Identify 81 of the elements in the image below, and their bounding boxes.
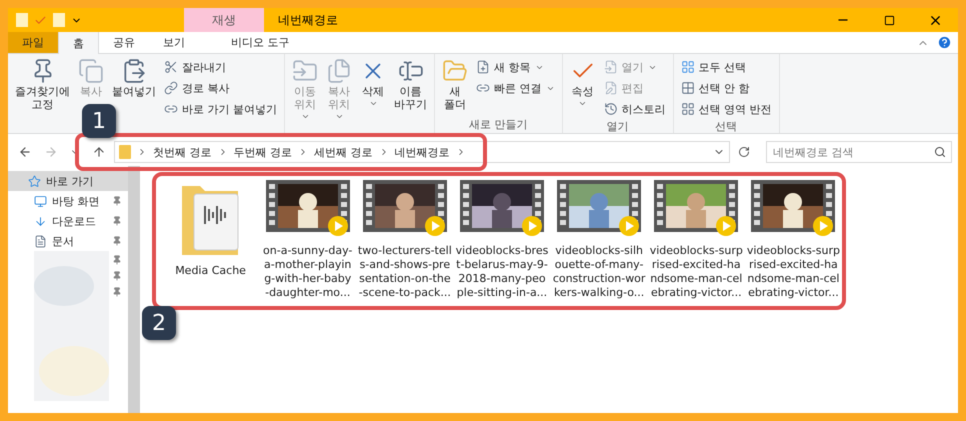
ribbon-button[interactable]: 잘라내기: [161, 57, 280, 77]
group-label: 열기: [606, 120, 628, 133]
maximize-icon: [884, 14, 894, 26]
ribbon-button[interactable]: 모두 선택: [678, 57, 774, 77]
step-badge: 1: [82, 104, 116, 138]
pin-icon[interactable]: [112, 271, 122, 281]
ribbon-button[interactable]: 선택 영역 반전: [678, 99, 774, 119]
search-icon: [934, 146, 946, 158]
window-title: 네번째경로: [277, 12, 339, 28]
folder-item[interactable]: Media Cache: [162, 180, 260, 278]
file-name: on-a-sunny-day- a-mother-playin g-with-her-baby -daughter-mo...: [263, 244, 352, 300]
video-file[interactable]: on-a-sunny-day- a-mother-playin g-with-her-baby -daughter-mo...: [259, 180, 356, 300]
breadcrumb[interactable]: 네번째경로: [394, 144, 450, 160]
grid-icon: [680, 60, 694, 74]
star-icon: [28, 174, 41, 188]
document-icon: [34, 234, 47, 248]
file-plus-icon: [476, 60, 490, 74]
sidebar-item[interactable]: 바로 가기: [8, 171, 128, 191]
sidebar-item[interactable]: 문서: [8, 231, 128, 251]
files-icon: [326, 58, 352, 84]
back-icon: [18, 145, 32, 159]
ribbon-button[interactable]: 히스토리: [600, 99, 668, 119]
ribbon-button[interactable]: 선택 안 함: [678, 78, 774, 98]
scrollbar[interactable]: [128, 166, 140, 413]
ribbon-button[interactable]: 빠른 연결: [473, 78, 558, 98]
file-name: two-lecturers-tell s-and-shows-pre sentation-on-the -scene-to-pack...: [358, 244, 452, 300]
sidebar-item[interactable]: 다운로드: [8, 211, 128, 231]
ribbon-button[interactable]: 즐겨찾기에 고정: [12, 57, 73, 112]
ribbon-button[interactable]: 새 항목: [473, 57, 558, 77]
group-label: 선택: [715, 120, 737, 133]
copy-icon: [78, 58, 104, 84]
monitor-icon: [34, 194, 47, 208]
ribbon-button[interactable]: 바로 가기 붙여넣기: [161, 99, 280, 119]
video-file[interactable]: videoblocks-bres t-belarus-may-9- 2018-many-peo ple-sitting-in-a...: [453, 180, 551, 300]
ribbon-button[interactable]: 경로 복사: [161, 78, 280, 98]
breadcrumb[interactable]: 세번째 경로: [314, 144, 372, 160]
pin-icon[interactable]: [112, 196, 122, 206]
link-icon: [164, 81, 178, 95]
highlight-frame-side: [483, 141, 487, 163]
folder-icon: [119, 145, 131, 159]
search-field[interactable]: 네번째경로 검색: [766, 141, 952, 163]
pin-icon[interactable]: [112, 236, 122, 246]
file-name: videoblocks-surp rised-excited-ha ndsome-man-cel ebrating-victor...: [746, 244, 840, 300]
file-icon: [604, 60, 618, 74]
video-file[interactable]: videoblocks-surp rised-excited-ha ndsome-man-cel ebrating-victor...: [744, 180, 842, 300]
ribbon-button[interactable]: 삭제: [357, 57, 389, 109]
file-pen-icon: [604, 81, 618, 95]
highlight-frame-side: [75, 141, 79, 163]
ribbon-button[interactable]: 새 폴더: [439, 57, 471, 112]
ribbon-button[interactable]: 붙여넣기: [109, 57, 159, 99]
help-icon[interactable]: [937, 35, 952, 50]
ribbon-tab[interactable]: 파일: [8, 32, 58, 53]
ribbon-button[interactable]: 이름 바꾸기: [391, 57, 430, 112]
address-bar[interactable]: 첫번째 경로 두번째 경로 세번째 경로 네번째경로: [114, 141, 730, 163]
group-label: 새로 만들기: [469, 118, 528, 131]
ribbon-button[interactable]: 속성: [566, 57, 598, 109]
ribbon-tab[interactable]: 홈: [58, 32, 99, 54]
context-tab-header: 재생: [184, 8, 264, 32]
refresh-icon: [738, 146, 750, 158]
grid-icon: [680, 81, 694, 95]
video-file[interactable]: two-lecturers-tell s-and-shows-pre sentation-on-the -scene-to-pack...: [356, 180, 454, 300]
breadcrumb[interactable]: 두번째 경로: [234, 144, 292, 160]
video-file[interactable]: videoblocks-surp rised-excited-ha ndsome-man-cel ebrating-victor...: [648, 180, 745, 300]
down-arrow-icon: [34, 214, 47, 228]
check-icon[interactable]: [34, 14, 47, 26]
file-name: videoblocks-silh ouette-of-many- construction-wor kers-walking-o...: [552, 244, 646, 300]
file-name: Media Cache: [175, 264, 246, 278]
video-file[interactable]: videoblocks-silh ouette-of-many- construction-wor kers-walking-o...: [550, 180, 648, 300]
file-name: videoblocks-surp rised-excited-ha ndsome-man-cel ebrating-victor...: [650, 244, 743, 300]
grid-icon: [680, 102, 694, 116]
file-name: videoblocks-bres t-belarus-may-9- 2018-many-peo ple-sitting-in-a...: [456, 244, 548, 300]
forward-icon: [44, 145, 58, 159]
pin-icon[interactable]: [112, 287, 122, 297]
sidebar-item[interactable]: 바탕 화면: [8, 191, 128, 211]
pin-icon[interactable]: [112, 216, 122, 226]
up-icon: [92, 145, 106, 159]
breadcrumb[interactable]: 첫번째 경로: [153, 144, 212, 160]
scissors-icon: [164, 60, 178, 74]
step-badge: 2: [142, 306, 176, 340]
pin-icon[interactable]: [112, 255, 122, 265]
history-icon: [604, 102, 618, 116]
